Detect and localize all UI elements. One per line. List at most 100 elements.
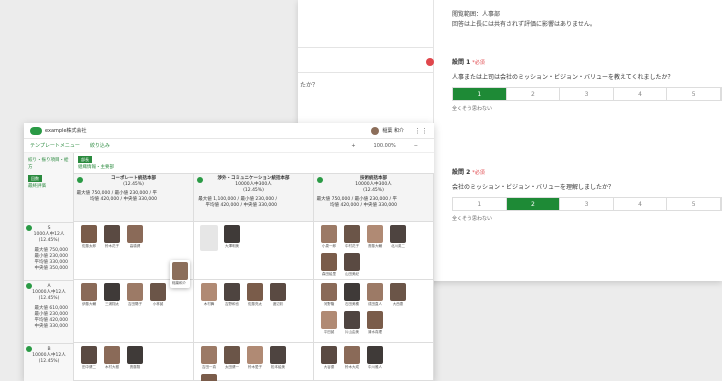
row-label-b: B 10000人中12人 (12.45%) xyxy=(24,343,74,381)
person-name: 斎藤大輔 xyxy=(368,244,382,248)
level-tab[interactable]: 部長 xyxy=(78,156,92,163)
sidebar-tab[interactable]: 回数 xyxy=(28,175,42,182)
rating-option[interactable]: 2 xyxy=(506,198,561,210)
person-name: 松本絵美 xyxy=(271,365,285,369)
person-card[interactable]: 太田健一 xyxy=(223,346,241,370)
sidebar: 絞り・振り項目・絵方 回数 最終評価 S 1000人中12人 (12.45%) … xyxy=(24,153,74,381)
person-card[interactable]: 小林誠 xyxy=(149,283,167,307)
person-card[interactable]: 木村舞 xyxy=(200,283,218,307)
person-card[interactable]: 吉田陽子 xyxy=(126,283,144,307)
department-stats: 最大値 1,100,000 / 最小値 230,000 / 平均値 420,00… xyxy=(198,197,277,208)
question-1: 設問 1 *必須 人事または上司は会社のミッション・ビジョン・バリューを教えてくれ… xyxy=(452,57,722,112)
person-name: 鈴木大成 xyxy=(345,365,359,369)
rating-option[interactable]: 1 xyxy=(453,88,507,100)
person-card[interactable]: 斎藤翔 xyxy=(126,346,144,370)
person-card[interactable]: 鈴木愛子 xyxy=(246,346,264,370)
person-name: 吉田一真 xyxy=(202,365,216,369)
person-card[interactable]: 高橋健 xyxy=(126,225,144,249)
grid-cell[interactable]: 田中健二 木村大樹 斎藤翔 xyxy=(74,343,194,380)
person-photo xyxy=(367,346,383,364)
person-card[interactable]: 成田直人 xyxy=(366,283,384,307)
rating-option[interactable]: 4 xyxy=(614,88,668,100)
grid-cell[interactable]: 吉田一真 太田健一 鈴木愛子 松本絵美加藤大輔 xyxy=(194,343,314,381)
survey-notice: 閲覧範囲：人事部 回答は上長には共有されず評価に影響はありません。 xyxy=(452,10,596,30)
person-name: 鈴木花子 xyxy=(105,244,119,248)
person-card[interactable]: 鈴木花子 xyxy=(103,225,121,249)
person-name: 伊藤大輔 xyxy=(82,302,96,306)
grade-name: B xyxy=(47,347,51,352)
person-card[interactable]: 北川英二 xyxy=(389,225,407,249)
grade-count: 1000人中12人 (12.45%) xyxy=(33,232,65,243)
person-card[interactable]: 大澤明美 xyxy=(223,225,241,251)
person-card[interactable]: 三浦翔太 xyxy=(103,283,121,307)
rating-option[interactable]: 2 xyxy=(507,88,561,100)
person-name: 吉野和也 xyxy=(225,302,239,306)
toolbar: テンプレートメニュー 絞り込み + 100.00% − xyxy=(24,139,434,153)
person-card[interactable]: 渡辺彩 xyxy=(269,283,287,307)
rating-option[interactable]: 5 xyxy=(667,88,721,100)
person-card[interactable]: 加藤大輔 xyxy=(200,374,218,381)
person-card[interactable]: 大西恵 xyxy=(389,283,407,307)
person-card[interactable]: 石田美穂 xyxy=(343,283,361,307)
person-card[interactable]: 田中健二 xyxy=(80,346,98,370)
drop-placeholder xyxy=(200,225,218,251)
zoom-in-button[interactable]: + xyxy=(351,143,355,149)
grid-cell[interactable]: 木村舞 吉野和也 佐藤亮太 渡辺彩 xyxy=(194,280,314,342)
person-card[interactable]: 鈴木大成 xyxy=(343,346,361,370)
person-card[interactable]: 山田美紀 xyxy=(343,253,361,277)
rating-option[interactable]: 5 xyxy=(667,198,721,210)
sidebar-sort-item[interactable]: 最終評価 xyxy=(28,183,69,190)
person-card[interactable]: 中村花子 xyxy=(343,225,361,249)
person-name: 石田美穂 xyxy=(345,302,359,306)
person-name: 清水真理 xyxy=(368,330,382,334)
person-photo xyxy=(367,311,383,329)
person-photo xyxy=(104,346,120,364)
person-card[interactable]: 河野隆 xyxy=(320,283,338,307)
person-card[interactable]: 佐藤太郎 xyxy=(80,225,98,249)
person-card[interactable]: 大谷優 xyxy=(320,346,338,370)
person-card[interactable]: 小泉一郎 xyxy=(320,225,338,249)
person-photo xyxy=(390,283,406,301)
person-card[interactable]: 斎藤大輔 xyxy=(366,225,384,249)
person-photo xyxy=(81,225,97,243)
person-card[interactable]: 中川雅人 xyxy=(366,346,384,370)
person-card[interactable]: 吉田一真 xyxy=(200,346,218,370)
grid-cell[interactable]: 小泉一郎 中村花子 斎藤大輔 北川英二森田絵里 山田美紀 xyxy=(314,222,434,279)
person-name: 小林誠 xyxy=(152,302,164,306)
person-card[interactable]: 木村大樹 xyxy=(103,346,121,370)
person-card[interactable]: 片山由美 xyxy=(343,311,361,335)
scale-hint: 全くそう思わない xyxy=(452,106,493,112)
filter-button[interactable]: 絞り込み xyxy=(90,142,110,149)
zoom-out-button[interactable]: − xyxy=(414,143,418,149)
app-header: example株式会社 稲葉 和介 ⋮⋮ xyxy=(24,123,434,139)
person-card[interactable]: 佐藤亮太 xyxy=(246,283,264,307)
person-card[interactable]: 平田誠 xyxy=(320,311,338,335)
close-icon[interactable] xyxy=(426,58,434,66)
person-card[interactable]: 吉野和也 xyxy=(223,283,241,307)
person-card[interactable]: 清水真理 xyxy=(366,311,384,335)
person-name: 三浦翔太 xyxy=(105,302,119,306)
dragged-person-card[interactable]: 稲葉和介 xyxy=(170,260,190,288)
grid-cell[interactable]: 大谷優 鈴木大成 中川雅人 xyxy=(314,343,434,380)
person-card[interactable]: 森田絵里 xyxy=(320,253,338,277)
grade-name: A xyxy=(47,284,51,289)
person-name: 片山由美 xyxy=(345,330,359,334)
person-card[interactable]: 伊藤大輔 xyxy=(80,283,98,307)
template-menu-button[interactable]: テンプレートメニュー xyxy=(30,142,80,149)
rating-option[interactable]: 3 xyxy=(560,88,614,100)
user-menu[interactable]: 稲葉 和介 xyxy=(371,126,404,135)
org-info-label[interactable]: 組織情報・主要部 xyxy=(78,164,430,171)
rating-option[interactable]: 4 xyxy=(614,198,668,210)
grid-cell[interactable]: 河野隆 石田美穂 成田直人 大西恵平田誠 片山由美 清水真理 xyxy=(314,280,434,342)
notice-privacy: 回答は上長には共有されず評価に影響はありません。 xyxy=(452,21,596,28)
app-grid-icon[interactable]: ⋮⋮ xyxy=(414,127,428,135)
sidebar-axis-item[interactable]: 絞り・振り項目・絵方 xyxy=(28,157,69,171)
person-photo xyxy=(104,283,120,301)
person-photo xyxy=(321,253,337,271)
person-photo xyxy=(201,346,217,364)
person-card[interactable]: 松本絵美 xyxy=(269,346,287,370)
grid-cell[interactable]: 大澤明美 xyxy=(194,222,314,279)
rating-option[interactable]: 1 xyxy=(453,198,507,210)
grid-cell[interactable]: 伊藤大輔 三浦翔太 吉田陽子 小林誠 xyxy=(74,280,194,342)
rating-option[interactable]: 3 xyxy=(560,198,614,210)
